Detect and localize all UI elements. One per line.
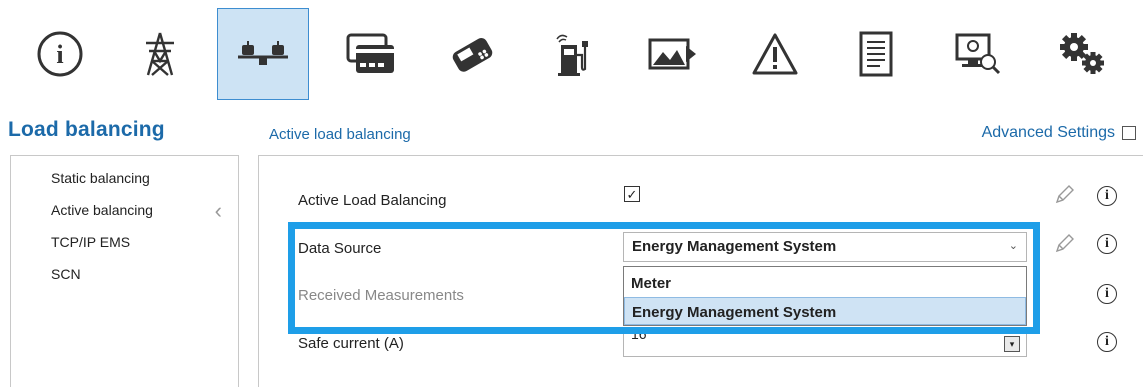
svg-text:i: i — [56, 40, 63, 69]
sidebar-item-label: SCN — [51, 266, 81, 282]
section-title: Active load balancing — [269, 126, 411, 143]
sidebar-nav: Static balancing Active balancing ‹ TCP/… — [10, 155, 239, 387]
safe-current-field[interactable]: 16 ▾ — [623, 326, 1027, 357]
load-balancing-icon — [238, 41, 288, 65]
sidebar-item-scn[interactable]: SCN — [51, 266, 81, 282]
power-tower-icon — [146, 32, 174, 76]
sidebar-item-label: Static balancing — [51, 170, 150, 186]
warning-icon — [752, 33, 798, 75]
toolbar-payment-button[interactable] — [327, 8, 415, 100]
safe-current-value: 16 — [631, 326, 647, 342]
computer-diagnostics-icon — [955, 33, 1001, 75]
toolbar-load-balancing-button[interactable] — [217, 8, 309, 100]
dropdown-option-meter[interactable]: Meter — [624, 269, 1026, 297]
info-icon[interactable]: i — [1097, 332, 1117, 352]
chevron-down-icon: ⌄ — [1008, 240, 1018, 252]
document-icon — [859, 31, 893, 77]
sidebar-item-label: Active balancing — [51, 202, 153, 218]
image-icon — [648, 38, 696, 70]
sidebar-item-tcp-ip-ems[interactable]: TCP/IP EMS — [51, 234, 130, 250]
charging-station-icon — [556, 34, 588, 76]
toolbar-diagnostics-button[interactable] — [934, 8, 1022, 100]
edit-pencil-icon[interactable] — [1053, 233, 1075, 255]
sidebar-item-label: TCP/IP EMS — [51, 234, 131, 250]
gears-icon — [1060, 33, 1104, 74]
info-icon[interactable]: i — [1097, 284, 1117, 304]
advanced-settings-checkbox[interactable] — [1122, 126, 1136, 140]
card-terminal-icon — [452, 38, 493, 72]
page-title: Load balancing — [8, 118, 165, 141]
dropdown-option-energy-management-system[interactable]: Energy Management System — [624, 297, 1026, 325]
module-toolbar: i — [0, 0, 1143, 110]
toolbar-alerts-button[interactable] — [731, 8, 819, 100]
info-icon[interactable]: i — [1097, 186, 1117, 206]
payment-cards-icon — [346, 33, 394, 73]
active-load-balancing-label: Active Load Balancing — [298, 192, 447, 209]
chevron-left-icon: ‹ — [214, 198, 222, 223]
advanced-settings-label: Advanced Settings — [981, 124, 1115, 141]
data-source-select[interactable]: Energy Management System ⌄ — [623, 232, 1027, 262]
data-source-dropdown-list: Meter Energy Management System — [623, 266, 1027, 326]
edit-pencil-icon[interactable] — [1053, 184, 1075, 206]
toolbar-log-button[interactable] — [832, 8, 920, 100]
checkmark-icon: ✓ — [626, 186, 638, 202]
sidebar-item-static-balancing[interactable]: Static balancing — [51, 170, 150, 186]
received-measurements-label: Received Measurements — [298, 287, 464, 304]
data-source-value: Energy Management System — [632, 238, 837, 255]
info-icon[interactable]: i — [1097, 234, 1117, 254]
sidebar-item-active-balancing[interactable]: Active balancing ‹ — [11, 200, 238, 222]
advanced-settings-toggle[interactable]: Advanced Settings — [982, 124, 1136, 142]
spin-down-button[interactable]: ▾ — [1004, 336, 1020, 352]
toolbar-terminal-button[interactable] — [428, 8, 516, 100]
data-source-label: Data Source — [298, 240, 382, 257]
info-icon: i — [37, 31, 83, 77]
active-load-balancing-checkbox[interactable]: ✓ — [624, 186, 640, 202]
safe-current-label: Safe current (A) — [298, 335, 404, 352]
toolbar-charger-button[interactable] — [529, 8, 617, 100]
toolbar-settings-button[interactable] — [1038, 8, 1126, 100]
toolbar-grid-button[interactable] — [116, 8, 204, 100]
toolbar-display-button[interactable] — [630, 8, 718, 100]
toolbar-info-button[interactable]: i — [16, 8, 104, 100]
